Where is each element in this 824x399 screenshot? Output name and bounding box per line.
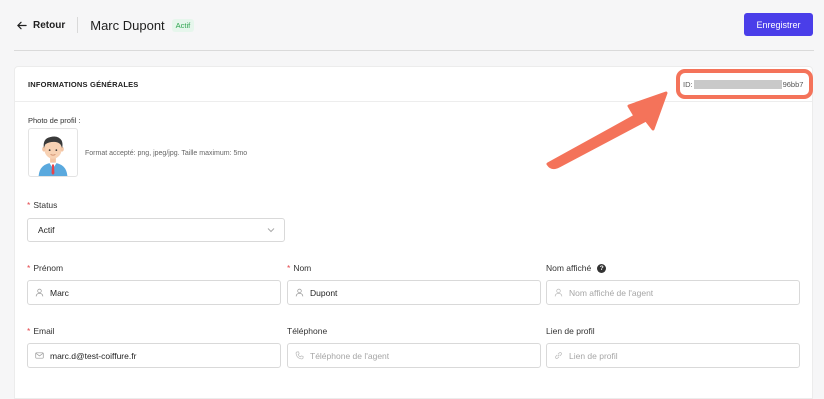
- photo-format-hint: Format accepté: png, jpeg/jpg. Taille ma…: [85, 150, 248, 157]
- general-info-card: INFORMATIONS GÉNÉRALES ID: 96bb7 Photo d…: [14, 66, 813, 399]
- id-label: ID:: [683, 79, 693, 89]
- question-icon[interactable]: ?: [597, 264, 607, 274]
- back-button[interactable]: Retour: [16, 20, 65, 31]
- agent-name: Marc Dupont: [90, 17, 165, 33]
- lien-profil-label: Lien de profil: [546, 326, 595, 336]
- user-icon: [35, 288, 44, 297]
- email-field[interactable]: [27, 343, 281, 368]
- status-badge: Actif: [171, 18, 195, 32]
- link-icon: [555, 352, 562, 359]
- user-icon: [554, 288, 563, 297]
- nom-affiche-label: Nom affiché?: [546, 263, 607, 274]
- nom-affiche-field[interactable]: [546, 280, 800, 305]
- avatar[interactable]: [28, 128, 78, 177]
- prenom-label: * Prénom: [27, 263, 64, 273]
- nom-field[interactable]: [287, 280, 541, 305]
- annotation-arrow: [546, 91, 668, 170]
- avatar-image: [38, 136, 68, 176]
- lien-profil-field[interactable]: [546, 343, 800, 368]
- lien-profil-input[interactable]: [569, 350, 778, 361]
- nom-input[interactable]: [310, 287, 519, 298]
- email-label: * Email: [27, 326, 55, 336]
- save-button[interactable]: Enregistrer: [744, 13, 813, 36]
- header-divider: [14, 50, 814, 51]
- status-label: * Status: [27, 200, 58, 210]
- required-marker: *: [287, 263, 291, 273]
- prenom-field[interactable]: [27, 280, 281, 305]
- prenom-input[interactable]: [50, 287, 259, 298]
- nom-label: * Nom: [287, 263, 312, 273]
- required-marker: *: [27, 263, 31, 273]
- id-highlight: ID: 96bb7: [676, 69, 813, 99]
- telephone-input[interactable]: [310, 350, 519, 361]
- id-value-tail: 96bb7: [782, 79, 804, 89]
- status-select-value: Actif: [38, 225, 55, 235]
- chevron-down-icon: [267, 228, 275, 233]
- photo-label: Photo de profil :: [28, 116, 81, 125]
- id-redaction: [693, 79, 782, 89]
- required-marker: *: [27, 326, 31, 336]
- top-bar: Retour Marc Dupont Actif: [0, 0, 824, 50]
- email-input[interactable]: [50, 350, 259, 361]
- phone-icon: [295, 351, 304, 360]
- user-icon: [295, 288, 304, 297]
- card-title: INFORMATIONS GÉNÉRALES: [28, 79, 139, 89]
- mail-icon: [35, 352, 44, 359]
- telephone-field[interactable]: [287, 343, 541, 368]
- arrow-left-icon: [17, 21, 27, 29]
- back-label: Retour: [33, 19, 66, 31]
- telephone-label: Téléphone: [287, 326, 328, 336]
- divider: [77, 17, 79, 33]
- status-select[interactable]: Actif: [27, 218, 285, 242]
- required-marker: *: [27, 200, 31, 210]
- nom-affiche-input[interactable]: [569, 287, 778, 298]
